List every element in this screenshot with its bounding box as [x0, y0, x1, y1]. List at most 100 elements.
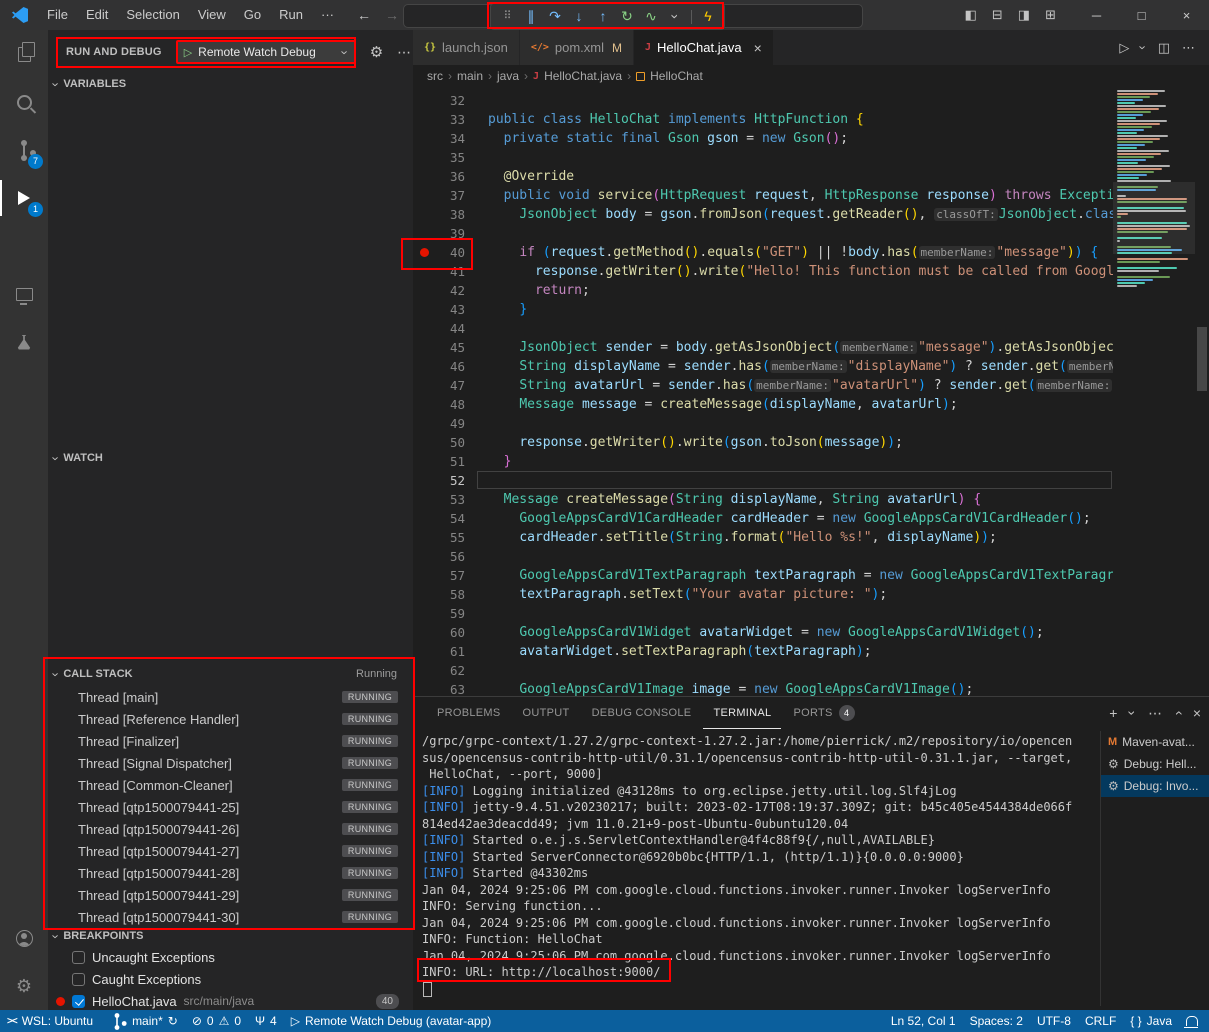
line-number[interactable]: 60 [413, 623, 465, 642]
pause-button-icon[interactable]: ∥ [521, 5, 541, 28]
debug-session-status[interactable]: ▷ Remote Watch Debug (avatar-app) [284, 1010, 499, 1032]
breakpoint-checkbox[interactable] [72, 973, 85, 986]
breadcrumb-item[interactable]: HelloChat [650, 69, 703, 83]
line-number[interactable]: 45 [413, 338, 465, 357]
code-line[interactable]: 49 [413, 414, 1113, 433]
code-line[interactable]: 58 textParagraph.setText("Your avatar pi… [413, 585, 1113, 604]
call-stack-thread[interactable]: Thread [qtp1500079441-30]RUNNING [48, 906, 413, 928]
menu-item-run[interactable]: Run [270, 4, 312, 26]
line-number[interactable]: 37 [413, 186, 465, 205]
breadcrumb-item[interactable]: src [427, 69, 443, 83]
line-number[interactable]: 51 [413, 452, 465, 471]
variables-section-header[interactable]: › VARIABLES [48, 74, 413, 94]
code-line[interactable]: 47 String avatarUrl = sender.has(memberN… [413, 376, 1113, 395]
code-line[interactable]: 46 String displayName = sender.has(membe… [413, 357, 1113, 376]
code-line[interactable]: 52 [413, 471, 1113, 490]
menu-item-view[interactable]: View [189, 4, 235, 26]
line-number[interactable]: 49 [413, 414, 465, 433]
call-stack-thread[interactable]: Thread [qtp1500079441-27]RUNNING [48, 840, 413, 862]
line-number[interactable]: 58 [413, 585, 465, 604]
call-stack-thread[interactable]: Thread [qtp1500079441-29]RUNNING [48, 884, 413, 906]
breakpoint-row[interactable]: Caught Exceptions [48, 968, 413, 990]
nav-back-button[interactable]: ← [357, 7, 371, 23]
toggle-panel-icon[interactable]: ⊟ [992, 7, 1003, 23]
run-dropdown-chevron[interactable]: › [1136, 45, 1151, 49]
menu-item-file[interactable]: File [38, 4, 77, 26]
line-number[interactable]: 50 [413, 433, 465, 452]
menu-item-edit[interactable]: Edit [77, 4, 117, 26]
nav-forward-button[interactable]: → [385, 7, 399, 23]
panel-tab-problems[interactable]: PROBLEMS [427, 698, 511, 729]
breakpoint-checkbox[interactable] [72, 995, 85, 1008]
git-branch-status[interactable]: main* ↻ [100, 1010, 185, 1032]
terminal-session[interactable]: ⚙Debug: Invo... [1101, 775, 1209, 797]
panel-tab-debug-console[interactable]: DEBUG CONSOLE [582, 698, 702, 729]
activity-item-testing[interactable] [0, 318, 48, 366]
line-number[interactable]: 59 [413, 604, 465, 623]
panel-more-actions[interactable]: ⋯ [1148, 705, 1162, 722]
call-stack-thread[interactable]: Thread [Common-Cleaner]RUNNING [48, 774, 413, 796]
problems-status[interactable]: ⊘ 0 ⚠ 0 [185, 1010, 248, 1032]
call-stack-section-header[interactable]: › CALL STACK Running [48, 664, 413, 684]
code-line[interactable]: 45 JsonObject sender = body.getAsJsonObj… [413, 338, 1113, 357]
code-line[interactable]: 37 public void service(HttpRequest reque… [413, 186, 1113, 205]
language-mode-status[interactable]: { } Java [1123, 1010, 1179, 1032]
indentation-status[interactable]: Spaces: 2 [963, 1010, 1030, 1032]
cursor-position-status[interactable]: Ln 52, Col 1 [884, 1010, 963, 1032]
maximize-button[interactable]: □ [1119, 0, 1164, 30]
code-line[interactable]: 51 } [413, 452, 1113, 471]
line-number[interactable]: 61 [413, 642, 465, 661]
line-number[interactable]: 46 [413, 357, 465, 376]
line-number[interactable]: 56 [413, 547, 465, 566]
line-number[interactable]: 41 [413, 262, 465, 281]
call-stack-thread[interactable]: Thread [qtp1500079441-25]RUNNING [48, 796, 413, 818]
code-line[interactable]: 34 private static final Gson gson = new … [413, 129, 1113, 148]
breadcrumb-item[interactable]: main [457, 69, 483, 83]
code-line[interactable]: 43 } [413, 300, 1113, 319]
code-line[interactable]: 39 [413, 224, 1113, 243]
activity-item-extensions[interactable] [0, 222, 48, 270]
breakpoint-row[interactable]: HelloChat.javasrc/main/java40 [48, 990, 413, 1010]
split-editor-button[interactable]: ◫ [1158, 40, 1170, 56]
disconnect-dropdown-chevron-icon[interactable]: › [664, 7, 687, 27]
watch-section-header[interactable]: › WATCH [48, 448, 413, 468]
line-number[interactable]: 39 [413, 224, 465, 243]
code-line[interactable]: 53 Message createMessage(String displayN… [413, 490, 1113, 509]
call-stack-thread[interactable]: Thread [Reference Handler]RUNNING [48, 708, 413, 730]
line-number[interactable]: 57 [413, 566, 465, 585]
line-number[interactable]: 38 [413, 205, 465, 224]
line-number[interactable]: 52 [413, 471, 465, 490]
menu-item-selection[interactable]: Selection [117, 4, 188, 26]
activity-item-remote-explorer[interactable] [0, 270, 48, 318]
new-terminal-button[interactable]: + [1109, 705, 1117, 721]
code-line[interactable]: 61 avatarWidget.setTextParagraph(textPar… [413, 642, 1113, 661]
code-line[interactable]: 33public class HelloChat implements Http… [413, 110, 1113, 129]
editor-tab-hellochat-java[interactable]: JHelloChat.java× [634, 30, 774, 65]
terminal-output[interactable]: /grpc/grpc-context/1.27.2/grpc-context-1… [422, 733, 1095, 1010]
line-number[interactable]: 63 [413, 680, 465, 697]
breakpoint-checkbox[interactable] [72, 951, 85, 964]
eol-status[interactable]: CRLF [1078, 1010, 1123, 1032]
code-line[interactable]: 44 [413, 319, 1113, 338]
call-stack-thread[interactable]: Thread [main]RUNNING [48, 686, 413, 708]
breadcrumb-item[interactable]: HelloChat.java [544, 69, 622, 83]
encoding-status[interactable]: UTF-8 [1030, 1010, 1078, 1032]
forwarded-ports-status[interactable]: Ψ 4 [248, 1010, 284, 1032]
code-line[interactable]: 32 [413, 91, 1113, 110]
maximize-panel-button[interactable]: › [1169, 711, 1185, 716]
line-number[interactable]: 62 [413, 661, 465, 680]
breadcrumb-item[interactable]: java [497, 69, 519, 83]
code-line[interactable]: 40 if (request.getMethod().equals("GET")… [413, 243, 1113, 262]
code-line[interactable]: 54 GoogleAppsCardV1CardHeader cardHeader… [413, 509, 1113, 528]
line-number[interactable]: 34 [413, 129, 465, 148]
code-line[interactable]: 42 return; [413, 281, 1113, 300]
line-number[interactable]: 42 [413, 281, 465, 300]
line-number[interactable]: 48 [413, 395, 465, 414]
minimap[interactable] [1113, 87, 1195, 697]
line-number[interactable]: 53 [413, 490, 465, 509]
hot-code-replace-button-icon[interactable]: ϟ [698, 5, 718, 28]
panel-tab-ports[interactable]: PORTS4 [783, 698, 864, 729]
code-line[interactable]: 48 Message message = createMessage(displ… [413, 395, 1113, 414]
code-editor[interactable]: 3233public class HelloChat implements Ht… [413, 87, 1113, 697]
line-number[interactable]: 32 [413, 91, 465, 110]
